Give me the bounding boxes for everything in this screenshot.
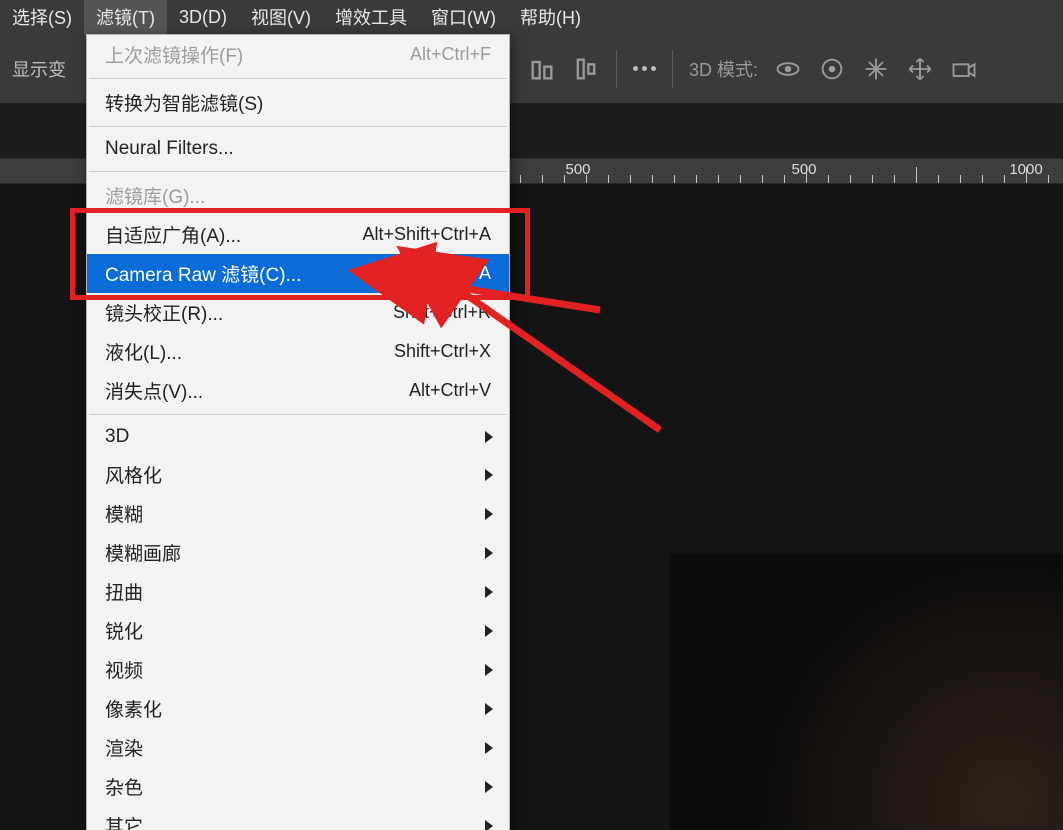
document-image[interactable]: [670, 554, 1063, 830]
menu-item-shortcut: Shift+Ctrl+R: [393, 302, 491, 323]
menu-help[interactable]: 帮助(H): [508, 0, 593, 35]
mode-3d-label: 3D 模式:: [689, 56, 758, 82]
camera-icon[interactable]: [950, 55, 978, 83]
move-3d-icon[interactable]: [906, 55, 934, 83]
chevron-right-icon: [485, 703, 493, 715]
chevron-right-icon: [485, 508, 493, 520]
menu-item-label: 锐化: [105, 617, 491, 644]
menu-plugins[interactable]: 增效工具: [323, 0, 419, 35]
menu-3d[interactable]: 3D(D): [167, 2, 239, 33]
menu-item-shortcut: Alt+Shift+Ctrl+A: [362, 224, 491, 245]
menu-item-label: 模糊: [105, 500, 491, 527]
menu-item-camera-raw[interactable]: Camera Raw 滤镜(C)... Shift+Ctrl+A: [87, 254, 509, 293]
chevron-right-icon: [485, 547, 493, 559]
options-left-text: 显示变: [12, 56, 66, 82]
menu-item-sharpen-submenu[interactable]: 锐化: [87, 611, 509, 650]
menu-window[interactable]: 窗口(W): [419, 0, 508, 35]
menu-item-label: 杂色: [105, 773, 491, 800]
chevron-right-icon: [485, 625, 493, 637]
menu-item-smart-filter[interactable]: 转换为智能滤镜(S): [87, 83, 509, 122]
menu-item-shortcut: Shift+Ctrl+X: [394, 341, 491, 362]
menu-item-label: 镜头校正(R)...: [105, 299, 393, 326]
menu-item-noise-submenu[interactable]: 杂色: [87, 767, 509, 806]
menu-item-label: Neural Filters...: [105, 138, 491, 160]
menu-item-video-submenu[interactable]: 视频: [87, 650, 509, 689]
menu-separator: [89, 78, 507, 79]
menu-item-neural-filters[interactable]: Neural Filters...: [87, 131, 509, 167]
menu-separator: [89, 414, 507, 415]
menu-item-shortcut: Alt+Ctrl+V: [409, 380, 491, 401]
menu-item-vanishing-point[interactable]: 消失点(V)... Alt+Ctrl+V: [87, 371, 509, 410]
menu-separator: [89, 126, 507, 127]
menu-item-adaptive-wide-angle[interactable]: 自适应广角(A)... Alt+Shift+Ctrl+A: [87, 215, 509, 254]
menu-item-blur-submenu[interactable]: 模糊: [87, 494, 509, 533]
menu-item-label: 消失点(V)...: [105, 377, 409, 404]
menu-item-label: Camera Raw 滤镜(C)...: [105, 260, 394, 287]
menu-item-shortcut: Shift+Ctrl+A: [394, 263, 491, 284]
menu-item-label: 渲染: [105, 734, 491, 761]
chevron-right-icon: [485, 586, 493, 598]
menu-item-label: 转换为智能滤镜(S): [105, 89, 491, 116]
chevron-right-icon: [485, 664, 493, 676]
menu-item-label: 液化(L)...: [105, 338, 394, 365]
menu-item-label: 像素化: [105, 695, 491, 722]
rotate-icon[interactable]: [818, 55, 846, 83]
align-left-icon[interactable]: [528, 55, 556, 83]
orbit-icon[interactable]: [774, 55, 802, 83]
menu-item-3d-submenu[interactable]: 3D: [87, 419, 509, 455]
chevron-right-icon: [485, 742, 493, 754]
menu-item-lens-correction[interactable]: 镜头校正(R)... Shift+Ctrl+R: [87, 293, 509, 332]
menu-item-label: 扭曲: [105, 578, 491, 605]
menu-select[interactable]: 选择(S): [0, 0, 84, 35]
chevron-right-icon: [485, 469, 493, 481]
menu-item-blur-gallery-submenu[interactable]: 模糊画廊: [87, 533, 509, 572]
menu-filter[interactable]: 滤镜(T): [84, 0, 167, 35]
menu-item-label: 滤镜库(G)...: [105, 182, 491, 209]
menu-item-label: 自适应广角(A)...: [105, 221, 362, 248]
menu-item-label: 视频: [105, 656, 491, 683]
menu-item-last-filter[interactable]: 上次滤镜操作(F) Alt+Ctrl+F: [87, 35, 509, 74]
ruler-tick-label: 500: [791, 161, 816, 178]
menu-item-other-submenu[interactable]: 其它: [87, 806, 509, 830]
menu-item-liquify[interactable]: 液化(L)... Shift+Ctrl+X: [87, 332, 509, 371]
menu-item-stylize-submenu[interactable]: 风格化: [87, 455, 509, 494]
chevron-right-icon: [485, 781, 493, 793]
chevron-right-icon: [485, 431, 493, 443]
menubar: 选择(S) 滤镜(T) 3D(D) 视图(V) 增效工具 窗口(W) 帮助(H): [0, 0, 1063, 34]
menu-item-shortcut: Alt+Ctrl+F: [410, 44, 491, 65]
align-center-icon[interactable]: [572, 55, 600, 83]
menu-item-distort-submenu[interactable]: 扭曲: [87, 572, 509, 611]
menu-separator: [89, 171, 507, 172]
menu-view[interactable]: 视图(V): [239, 0, 323, 35]
menu-item-label: 风格化: [105, 461, 491, 488]
menu-item-render-submenu[interactable]: 渲染: [87, 728, 509, 767]
menu-item-filter-gallery[interactable]: 滤镜库(G)...: [87, 176, 509, 215]
pan-icon[interactable]: [862, 55, 890, 83]
menu-item-label: 3D: [105, 426, 491, 448]
filter-dropdown: 上次滤镜操作(F) Alt+Ctrl+F 转换为智能滤镜(S) Neural F…: [86, 34, 510, 830]
chevron-right-icon: [485, 820, 493, 830]
menu-item-pixelate-submenu[interactable]: 像素化: [87, 689, 509, 728]
separator: [616, 50, 617, 88]
menu-item-label: 上次滤镜操作(F): [105, 41, 410, 68]
more-options-icon[interactable]: [633, 66, 656, 71]
menu-item-label: 其它: [105, 812, 491, 830]
separator: [672, 50, 673, 88]
menu-item-label: 模糊画廊: [105, 539, 491, 566]
